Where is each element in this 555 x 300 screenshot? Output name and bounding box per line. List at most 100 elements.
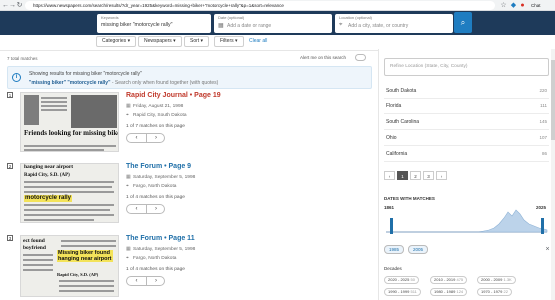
refine-location-input[interactable]: Refine Location (State, City, County): [384, 58, 549, 76]
range-handle-end[interactable]: [541, 218, 544, 234]
result-title[interactable]: The Forum • Page 11: [126, 235, 195, 242]
chat-button[interactable]: Chat: [531, 1, 551, 10]
dates-histogram[interactable]: [384, 204, 549, 240]
result-item: 2 hanging near airport Rapid City, S.D. …: [7, 163, 372, 231]
prev-page-button[interactable]: ‹: [384, 171, 395, 180]
thumb-text: [24, 209, 110, 211]
location-pin-icon: ⌖: [339, 22, 343, 28]
filters-dropdown[interactable]: Filters ▾: [214, 36, 244, 47]
result-place: ⌖ Rapid City, South Dakota: [126, 112, 187, 118]
back-icon[interactable]: ←: [2, 2, 9, 9]
decade-chip[interactable]: 1970 - 1979 22: [477, 288, 512, 296]
calendar-icon: ▦: [126, 104, 131, 109]
result-item: 1 Friends looking for missing biker Rapi…: [7, 92, 372, 160]
decade-chip[interactable]: 2000 - 2009 1.3K: [477, 276, 516, 284]
date-input[interactable]: Add a date or range: [227, 23, 271, 29]
prev-match-button[interactable]: ‹: [127, 277, 146, 285]
next-match-button[interactable]: ›: [146, 134, 165, 142]
range-end-input[interactable]: 2005: [408, 245, 429, 254]
state-filter-item[interactable]: California 86: [384, 147, 549, 162]
state-filter-item[interactable]: South Dakota 220: [384, 84, 549, 99]
result-match-count: 1 of 4 matches on this page: [126, 267, 185, 272]
match-pager: ‹ ›: [126, 133, 165, 143]
result-thumbnail[interactable]: ect found boyfriend Missing biker found …: [20, 235, 119, 297]
page-button-1[interactable]: 1: [397, 171, 408, 180]
result-place-text: Fargo, North Dakota: [133, 256, 177, 261]
info-icon: i: [12, 73, 21, 82]
info-line-1: Showing results for missing biker "motor…: [29, 71, 142, 77]
date-field[interactable]: Date (optional) ▦ Add a date or range: [214, 14, 332, 33]
page-button-3[interactable]: 3: [423, 171, 434, 180]
next-match-button[interactable]: ›: [146, 205, 165, 213]
next-page-button[interactable]: ›: [436, 171, 447, 180]
clear-all-link[interactable]: Clear all: [249, 38, 267, 44]
result-thumbnail[interactable]: hanging near airport Rapid City, S.D. (A…: [20, 163, 119, 223]
location-pin-icon: ⌖: [126, 113, 129, 118]
location-field[interactable]: Location (optional) ⌖ Add a city, state,…: [335, 14, 453, 33]
decade-chip[interactable]: 1990 - 1999 511: [384, 288, 421, 296]
result-thumbnail[interactable]: Friends looking for missing biker: [20, 92, 119, 152]
decade-count: 22: [503, 289, 508, 294]
result-date: ▦ Saturday, September 5, 1998: [126, 175, 195, 180]
categories-dropdown[interactable]: Categories ▾: [96, 36, 137, 47]
page-button-2[interactable]: 2: [410, 171, 421, 180]
location-input[interactable]: Add a city, state, or country: [348, 23, 408, 29]
result-count: 7 total matches: [7, 56, 38, 61]
state-count: 111: [540, 103, 547, 108]
range-start-input[interactable]: 1985: [384, 245, 405, 254]
state-count: 145: [539, 119, 547, 124]
next-match-button[interactable]: ›: [146, 277, 165, 285]
info-line-2: "missing biker" "motorcycle rally" - Sea…: [29, 80, 218, 86]
exact-phrase-link[interactable]: "missing biker" "motorcycle rally": [29, 80, 110, 86]
state-filter-item[interactable]: South Carolina 145: [384, 115, 549, 130]
range-handle-start[interactable]: [390, 218, 393, 234]
address-bar[interactable]: https://www.newspapers.com/search/result…: [25, 1, 495, 10]
decade-label: 2000 - 2009: [481, 277, 503, 282]
profile-icon[interactable]: ●: [519, 2, 526, 9]
prev-match-button[interactable]: ‹: [127, 205, 146, 213]
prev-match-button[interactable]: ‹: [127, 134, 146, 142]
state-filter-item[interactable]: Florida 111: [384, 99, 549, 114]
thumb-dateline: Rapid City, S.D. (AP): [57, 272, 99, 277]
state-filter-item[interactable]: Ohio 107: [384, 131, 549, 146]
location-pin-icon: ⌖: [126, 256, 129, 261]
thumb-text: [23, 264, 53, 266]
decade-chip[interactable]: 2010 - 2019 475: [430, 276, 468, 284]
decade-count: 475: [456, 277, 464, 282]
decade-chip[interactable]: 2020 - 2025 50: [384, 276, 419, 284]
thumb-headline: Friends looking for missing biker: [24, 129, 119, 137]
alert-label: Alert me on this search: [300, 55, 347, 60]
thumb-highlight: Missing biker found hanging near airport: [57, 250, 113, 262]
close-icon[interactable]: ×: [544, 246, 551, 253]
reload-icon[interactable]: ↻: [16, 2, 23, 9]
scrollbar-thumb[interactable]: [551, 60, 555, 140]
result-match-count: 1 of 4 matches on this page: [126, 195, 185, 200]
result-title[interactable]: The Forum • Page 9: [126, 163, 191, 170]
sort-dropdown[interactable]: Sort ▾: [184, 36, 210, 47]
keywords-label: Keywords: [101, 15, 119, 20]
result-date-text: Saturday, September 5, 1998: [133, 247, 196, 252]
alert-toggle[interactable]: [355, 54, 366, 61]
forward-icon[interactable]: →: [9, 2, 16, 9]
result-place: ⌖ Fargo, North Dakota: [126, 255, 176, 261]
state-name: Ohio: [386, 135, 397, 141]
search-button[interactable]: ⌕: [454, 12, 472, 33]
thumb-side-text: boyfriend: [23, 245, 46, 251]
result-place-text: Rapid City, South Dakota: [133, 113, 187, 118]
keywords-input[interactable]: missing biker "motorcycle rally": [101, 22, 172, 28]
newspapers-dropdown[interactable]: Newspapers ▾: [138, 36, 182, 47]
result-date: ▦ Saturday, September 5, 1998: [126, 247, 195, 252]
thumb-dateline: Rapid City, S.D. (AP): [24, 173, 70, 178]
result-date-text: Saturday, September 5, 1998: [133, 175, 196, 180]
bookmark-star-icon[interactable]: ☆: [500, 2, 507, 9]
histogram-area: [386, 209, 548, 233]
thumb-text: [24, 186, 112, 188]
thumb-text: [61, 240, 116, 242]
decade-chip[interactable]: 1980 - 1989 124: [430, 288, 468, 296]
keywords-field[interactable]: Keywords missing biker "motorcycle rally…: [97, 14, 211, 33]
extension-icon[interactable]: ◆: [510, 2, 517, 9]
thumb-headline-text: Friends looking for missing biker: [24, 129, 119, 137]
result-number: 2: [7, 163, 13, 169]
result-title[interactable]: Rapid City Journal • Page 19: [126, 92, 221, 99]
state-pagination: ‹ 1 2 3 ›: [384, 171, 450, 180]
